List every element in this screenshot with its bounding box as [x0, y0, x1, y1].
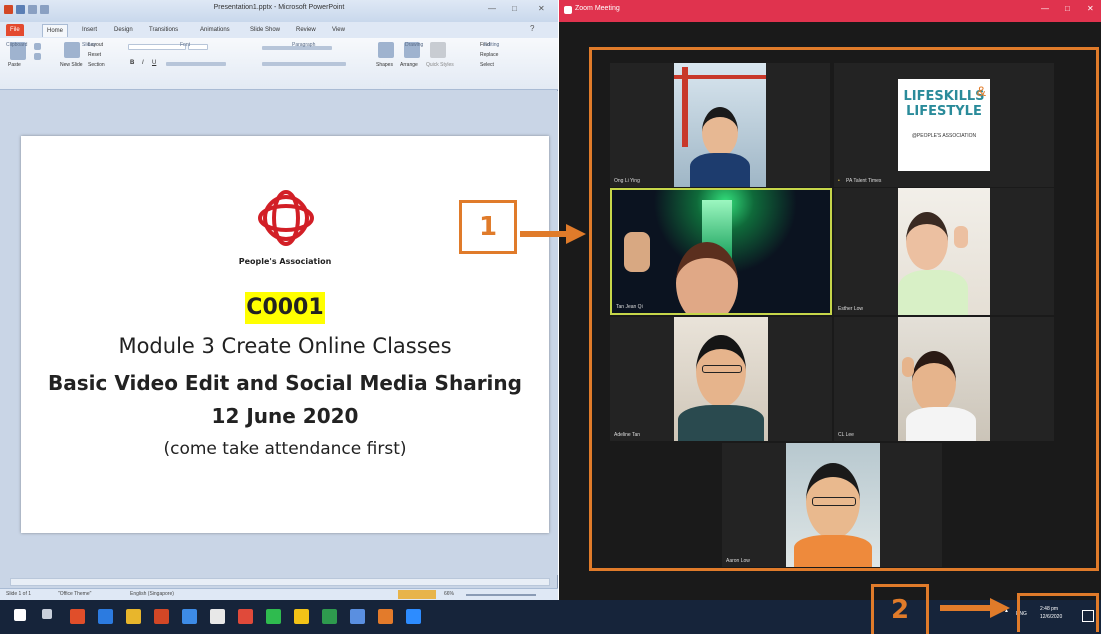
- copy-icon[interactable]: [34, 53, 41, 60]
- tab-review[interactable]: Review: [292, 24, 320, 36]
- slide-headline: Basic Video Edit and Social Media Sharin…: [48, 371, 522, 395]
- zoom-maximize-icon[interactable]: □: [1065, 4, 1070, 13]
- tab-design[interactable]: Design: [110, 24, 137, 36]
- peoples-association-logo: [258, 190, 314, 246]
- horizontal-scrollbar[interactable]: [10, 578, 550, 586]
- font-size-dropdown[interactable]: [188, 44, 208, 50]
- tab-slide-show[interactable]: Slide Show: [246, 24, 284, 36]
- zoom-taskbar-icon[interactable]: [406, 609, 421, 624]
- windows-taskbar: ▲ ENG: [0, 600, 1101, 634]
- italic-icon[interactable]: I: [142, 60, 144, 66]
- group-paragraph-label: Paragraph: [292, 42, 316, 48]
- tab-home[interactable]: Home: [42, 24, 69, 37]
- font-name-dropdown[interactable]: [128, 44, 186, 50]
- annotation-number-1: 1: [478, 212, 498, 242]
- help-icon[interactable]: ?: [530, 24, 534, 33]
- quick-styles-icon[interactable]: [430, 42, 446, 58]
- zoom-window-title: Zoom Meeting: [575, 5, 620, 12]
- org-name: People's Association: [238, 257, 332, 266]
- app-icon[interactable]: [322, 609, 337, 624]
- zoom-slider[interactable]: [466, 594, 536, 596]
- task-view-icon[interactable]: [42, 609, 52, 619]
- bold-icon[interactable]: B: [130, 60, 134, 66]
- app-icon[interactable]: [70, 609, 85, 624]
- annotation-arrow-1: [520, 224, 586, 244]
- app-icon[interactable]: [294, 609, 309, 624]
- underline-icon[interactable]: U: [152, 60, 156, 66]
- module-title: Module 3 Create Online Classes: [118, 334, 452, 358]
- window-title: Presentation1.pptx - Microsoft PowerPoin…: [213, 4, 345, 11]
- clock-highlight-box: [1017, 593, 1099, 632]
- cut-icon[interactable]: [34, 43, 41, 50]
- language[interactable]: English (Singapore): [130, 591, 174, 597]
- annotation-number-2: 2: [890, 595, 910, 625]
- annotation-arrow-2: [940, 598, 1010, 618]
- app-icon[interactable]: [266, 609, 281, 624]
- paste-button[interactable]: Paste: [8, 62, 21, 68]
- tab-animations[interactable]: Animations: [196, 24, 234, 36]
- new-slide-button[interactable]: New Slide: [60, 62, 83, 68]
- app-icon[interactable]: [350, 609, 365, 624]
- app-icon[interactable]: [210, 609, 225, 624]
- tab-insert[interactable]: Insert: [78, 24, 101, 36]
- minimize-icon[interactable]: —: [488, 4, 496, 13]
- group-drawing-label: Drawing: [405, 42, 424, 48]
- powerpoint-titlebar: Presentation1.pptx - Microsoft PowerPoin…: [0, 0, 558, 22]
- arrange-button[interactable]: Arrange: [400, 62, 418, 68]
- close-icon[interactable]: ✕: [538, 4, 545, 13]
- slide-note: (come take attendance first): [163, 439, 407, 459]
- slide-date: 12 June 2020: [211, 404, 359, 428]
- shapes-icon[interactable]: [378, 42, 394, 58]
- app-icon[interactable]: [378, 609, 393, 624]
- select-button[interactable]: Select: [480, 62, 494, 68]
- tab-transitions[interactable]: Transitions: [145, 24, 182, 36]
- reset-button[interactable]: Reset: [88, 52, 101, 58]
- group-editing-label: Editing: [484, 42, 500, 48]
- annotation-label-1: 1: [459, 200, 517, 254]
- group-slides-label: Slides: [82, 42, 96, 48]
- tab-file[interactable]: File: [6, 24, 24, 36]
- group-font-label: Font: [180, 42, 191, 48]
- maximize-icon[interactable]: □: [512, 4, 517, 13]
- theme-name: "Office Theme": [58, 591, 92, 597]
- zoom-minimize-icon[interactable]: —: [1041, 4, 1049, 13]
- annotation-label-2: 2: [871, 584, 929, 634]
- app-icon[interactable]: [126, 609, 141, 624]
- section-button[interactable]: Section: [88, 62, 105, 68]
- app-icon[interactable]: [154, 609, 169, 624]
- zoom-app-icon: [564, 6, 572, 14]
- new-slide-icon[interactable]: [64, 42, 80, 58]
- start-icon[interactable]: [14, 609, 26, 621]
- zoom-close-icon[interactable]: ✕: [1087, 4, 1094, 13]
- view-buttons[interactable]: [398, 590, 436, 599]
- zoom-level[interactable]: 66%: [444, 591, 454, 597]
- shapes-button[interactable]: Shapes: [376, 62, 393, 68]
- group-clipboard-label: Clipboard: [6, 42, 28, 48]
- alignment-tools[interactable]: [262, 62, 346, 66]
- app-icon[interactable]: [238, 609, 253, 624]
- status-bar: Slide 1 of 1 "Office Theme" English (Sin…: [0, 588, 558, 600]
- font-format-tools[interactable]: [166, 62, 226, 66]
- slide-count: Slide 1 of 1: [6, 591, 32, 597]
- slide[interactable]: People's Association C0001 Module 3 Crea…: [21, 136, 549, 533]
- course-code: C0001: [246, 295, 324, 320]
- tab-view[interactable]: View: [328, 24, 349, 36]
- app-icon[interactable]: [98, 609, 113, 624]
- ribbon-tabs: File Home Insert Design Transitions Anim…: [0, 22, 558, 38]
- gallery-highlight-box: [589, 47, 1099, 571]
- app-icon[interactable]: [182, 609, 197, 624]
- quick-styles-button[interactable]: Quick Styles: [426, 62, 454, 68]
- zoom-titlebar: Zoom Meeting — □ ✕: [559, 0, 1101, 22]
- replace-button[interactable]: Replace: [480, 52, 498, 58]
